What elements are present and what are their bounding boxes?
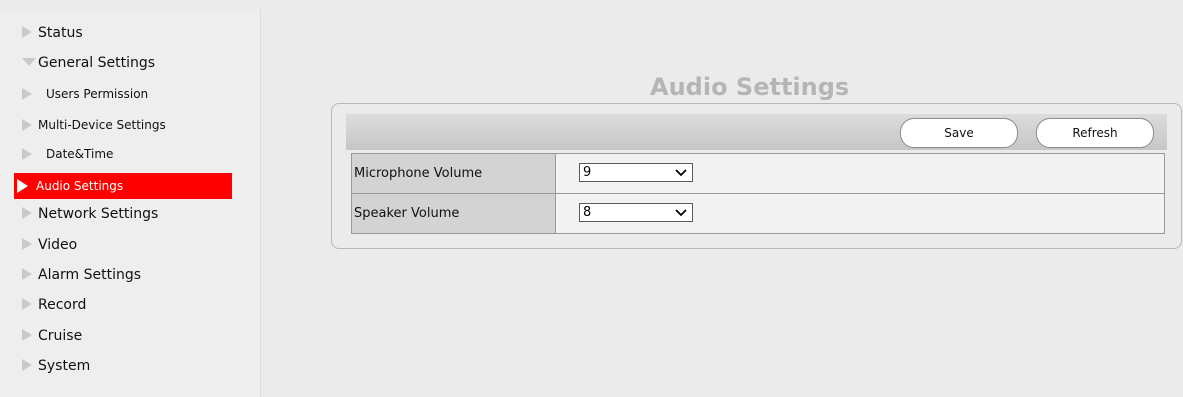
triangle-right-icon — [22, 147, 32, 160]
sidebar-item-label: Record — [38, 297, 87, 313]
toolbar: Save Refresh — [346, 114, 1167, 150]
table-row: Speaker Volume 8 — [352, 194, 1164, 233]
chevron-down-icon — [675, 209, 687, 217]
triangle-right-icon — [22, 329, 32, 341]
triangle-right-icon — [22, 87, 32, 100]
sidebar-item-label: Status — [38, 25, 83, 41]
triangle-right-icon — [22, 298, 32, 310]
sidebar-item-label: General Settings — [38, 55, 156, 71]
sidebar-item-multi-device-settings[interactable]: Multi-Device Settings — [22, 114, 166, 136]
microphone-volume-select[interactable]: 9 — [579, 163, 693, 182]
sidebar-item-users-permission[interactable]: Users Permission — [22, 83, 148, 105]
triangle-right-icon — [17, 178, 28, 193]
save-button[interactable]: Save — [900, 118, 1018, 148]
triangle-right-icon — [22, 207, 32, 219]
triangle-right-icon — [22, 238, 32, 250]
sidebar-item-video[interactable]: Video — [22, 234, 77, 256]
page: Status General Settings Users Permission… — [0, 0, 1183, 397]
table-row: Microphone Volume 9 — [352, 154, 1164, 194]
sidebar-item-label: Multi-Device Settings — [38, 118, 166, 132]
select-value: 9 — [583, 165, 592, 180]
settings-table: Microphone Volume 9 Speaker Volume 8 — [351, 153, 1165, 234]
triangle-right-icon — [22, 118, 32, 131]
speaker-volume-select[interactable]: 8 — [579, 203, 693, 222]
settings-panel: Save Refresh Microphone Volume 9 Speaker… — [331, 103, 1182, 249]
triangle-right-icon — [22, 268, 32, 280]
sidebar-item-label: Audio Settings — [36, 179, 124, 193]
sidebar-item-label: Cruise — [38, 328, 83, 344]
triangle-down-icon — [22, 58, 36, 66]
triangle-right-icon — [22, 26, 32, 38]
sidebar-item-label: Date&Time — [46, 147, 114, 161]
sidebar-item-cruise[interactable]: Cruise — [22, 325, 82, 347]
sidebar-item-label: Video — [38, 237, 78, 253]
chevron-down-icon — [675, 169, 687, 177]
sidebar-item-label: Network Settings — [38, 206, 159, 222]
sidebar-item-system[interactable]: System — [22, 355, 90, 377]
microphone-volume-label: Microphone Volume — [352, 154, 556, 193]
sidebar-item-alarm-settings[interactable]: Alarm Settings — [22, 264, 141, 286]
sidebar-item-status[interactable]: Status — [22, 22, 83, 44]
sidebar-item-general-settings[interactable]: General Settings — [22, 52, 155, 74]
page-title: Audio Settings — [650, 73, 850, 101]
sidebar-nav: Status General Settings Users Permission… — [0, 10, 261, 397]
select-value: 8 — [583, 205, 592, 220]
triangle-right-icon — [22, 359, 32, 371]
sidebar-item-label: Alarm Settings — [38, 267, 142, 283]
speaker-volume-label: Speaker Volume — [352, 194, 556, 233]
sidebar-item-network-settings[interactable]: Network Settings — [22, 203, 158, 225]
sidebar-item-label: System — [38, 358, 91, 374]
sidebar-item-label: Users Permission — [46, 87, 149, 101]
sidebar-item-record[interactable]: Record — [22, 294, 86, 316]
sidebar-item-audio-settings[interactable]: Audio Settings — [14, 173, 232, 199]
sidebar-item-date-time[interactable]: Date&Time — [22, 143, 113, 165]
refresh-button[interactable]: Refresh — [1036, 118, 1154, 148]
